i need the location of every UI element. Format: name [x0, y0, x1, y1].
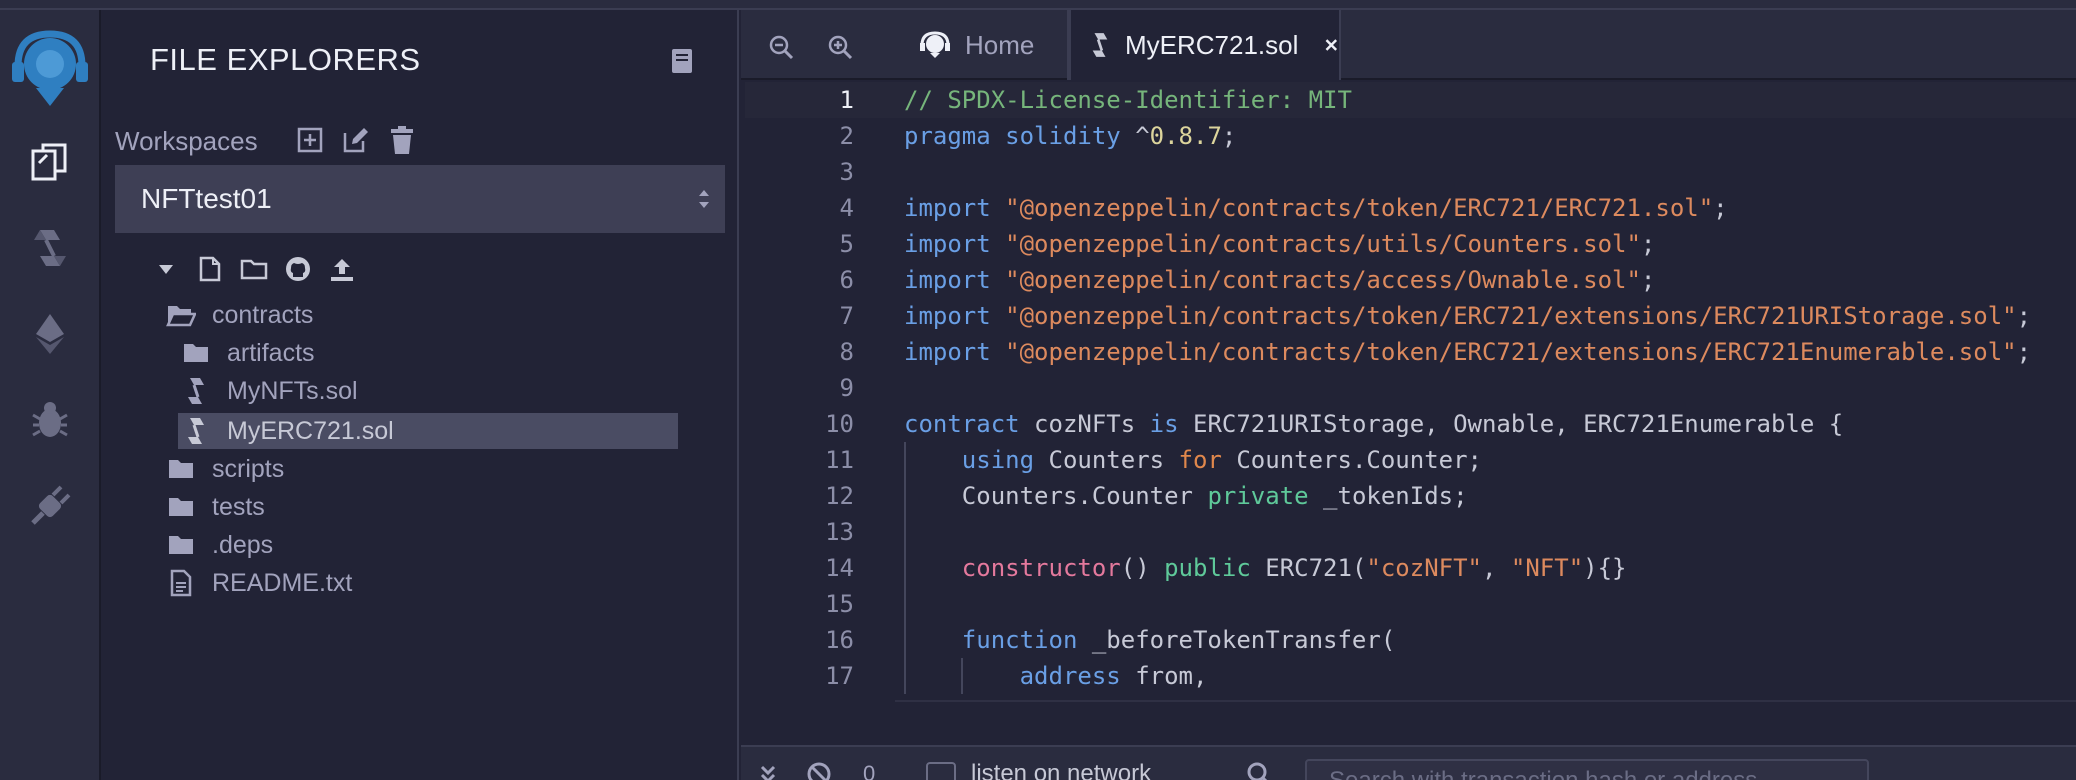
github-icon[interactable]: [283, 254, 313, 284]
solidity-file-icon: [1089, 29, 1111, 61]
tab-file-label: MyERC721.sol: [1125, 29, 1299, 60]
code-line: 9: [839, 374, 854, 402]
file-icon: [166, 568, 196, 598]
zoom-out-icon[interactable]: [766, 32, 796, 62]
plugin-manager-icon[interactable]: [22, 478, 78, 534]
code-line: 10 contract cozNFTs is ERC721URIStorage, …: [825, 410, 1844, 438]
code-line: 16 function _beforeTokenTransfer(: [825, 626, 1396, 654]
double-chevron-down-icon[interactable]: [755, 761, 781, 780]
debugger-icon[interactable]: [22, 392, 78, 448]
tree-item-scripts[interactable]: scripts: [166, 451, 284, 487]
indent-guide: [961, 658, 963, 694]
tree-item-label: README.txt: [212, 568, 353, 597]
create-workspace-icon[interactable]: [294, 124, 326, 156]
listen-network-checkbox[interactable]: [926, 762, 956, 780]
collapse-caret-icon[interactable]: [151, 254, 181, 284]
tree-toolbar: [151, 254, 357, 284]
tab-home-label: Home: [965, 29, 1035, 60]
code-line: 8 import "@openzeppelin/contracts/token/E…: [839, 338, 2032, 366]
tree-item-artifacts[interactable]: artifacts: [181, 335, 315, 371]
code-line: 14 constructor() public ERC721("cozNFT",…: [825, 554, 1627, 582]
solidity-compiler-icon[interactable]: [22, 220, 78, 276]
listen-network-label: listen on network: [971, 760, 1152, 780]
tab-bar: Home MyERC721.sol: [741, 10, 2076, 80]
select-caret-icon: [699, 190, 709, 208]
file-explorer-panel: FILE EXPLORERS Workspaces NFTtest01 cont…: [101, 10, 739, 780]
clear-console-icon[interactable]: [806, 761, 832, 780]
upload-icon[interactable]: [327, 254, 357, 284]
tab-myerc721[interactable]: MyERC721.sol: [1069, 10, 1341, 80]
pending-tx-count: 0: [863, 761, 876, 780]
tree-item-contracts[interactable]: contracts: [166, 297, 313, 333]
top-border: [0, 0, 2076, 10]
remix-home-icon: [919, 29, 951, 61]
documentation-book-icon[interactable]: [667, 46, 697, 76]
remix-logo-icon[interactable]: [8, 26, 92, 116]
folder-icon: [166, 530, 196, 560]
tree-item-label: .deps: [212, 530, 274, 559]
workspace-actions: [294, 124, 418, 156]
tree-item-label: MyNFTs.sol: [227, 376, 358, 405]
deploy-run-icon[interactable]: [22, 306, 78, 362]
tree-item-label: MyERC721.sol: [227, 416, 394, 445]
tree-item-label: contracts: [212, 300, 314, 329]
code-line: 17 address from,: [825, 662, 1208, 690]
rename-workspace-icon[interactable]: [340, 124, 372, 156]
tree-item-label: scripts: [212, 454, 285, 483]
workspace-select[interactable]: NFTtest01: [115, 165, 725, 233]
tree-item-label: tests: [212, 492, 265, 521]
icon-rail: [0, 10, 101, 780]
folder-icon: [166, 492, 196, 522]
tree-item-readme[interactable]: README.txt: [166, 565, 352, 601]
new-file-icon[interactable]: [195, 254, 225, 284]
code-line: 7 import "@openzeppelin/contracts/token/E…: [839, 302, 2032, 330]
code-line: 6 import "@openzeppelin/contracts/access/…: [839, 266, 1656, 294]
transaction-search-input[interactable]: Search with transaction hash or address: [1305, 759, 1869, 780]
workspace-select-value: NFTtest01: [141, 183, 272, 214]
delete-workspace-icon[interactable]: [386, 124, 418, 156]
tree-item-label: artifacts: [227, 338, 315, 367]
solidity-file-icon: [181, 416, 211, 446]
code-line: 3: [839, 158, 854, 186]
tree-item-mynfts[interactable]: MyNFTs.sol: [181, 373, 358, 409]
zoom-in-icon[interactable]: [825, 32, 855, 62]
tree-item-tests[interactable]: tests: [166, 489, 265, 525]
folder-icon: [181, 338, 211, 368]
code-line: 15: [825, 590, 854, 618]
panel-title: FILE EXPLORERS: [150, 42, 421, 77]
tree-item-myerc721[interactable]: MyERC721.sol: [178, 413, 678, 449]
code-line: 5 import "@openzeppelin/contracts/utils/C…: [839, 230, 1656, 258]
code-line: 1// SPDX-License-Identifier: MIT: [745, 82, 2076, 118]
terminal-bar: 0 listen on network Search with transact…: [741, 745, 2076, 780]
new-folder-icon[interactable]: [239, 254, 269, 284]
folder-icon: [166, 454, 196, 484]
close-tab-icon[interactable]: [1324, 33, 1339, 57]
indent-guide: [904, 442, 906, 694]
editor-area: Home MyERC721.sol 1// SPDX-License-Ident…: [741, 10, 2076, 780]
folder-open-icon: [166, 300, 196, 330]
search-icon[interactable]: [1246, 761, 1272, 780]
tree-item-deps[interactable]: .deps: [166, 527, 273, 563]
code-line: 2 pragma solidity ^0.8.7;: [839, 122, 1237, 150]
tab-home[interactable]: Home: [895, 10, 1069, 80]
file-explorer-icon[interactable]: [22, 134, 78, 190]
code-line: 11 using Counters for Counters.Counter;: [825, 446, 1482, 474]
code-line: 12 Counters.Counter private _tokenIds;: [825, 482, 1468, 510]
workspaces-label: Workspaces: [115, 126, 258, 156]
code-line: 13: [825, 518, 854, 546]
code-line: 4 import "@openzeppelin/contracts/token/E…: [839, 194, 1728, 222]
solidity-file-icon: [181, 376, 211, 406]
code-editor[interactable]: 1// SPDX-License-Identifier: MIT 2 pragma…: [745, 82, 2076, 702]
